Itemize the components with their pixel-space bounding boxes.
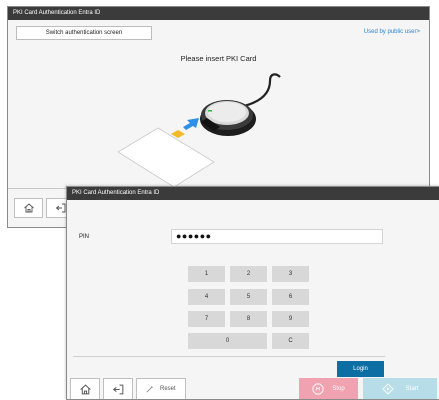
insert-arrow-icon <box>183 118 199 130</box>
logout-button[interactable] <box>103 378 133 399</box>
keypad-key-6[interactable]: 6 <box>272 289 309 305</box>
pin-input[interactable]: ●●●●●● <box>171 229 383 244</box>
reset-label: Reset <box>160 386 176 392</box>
reset-button[interactable]: Reset <box>136 378 186 399</box>
window-title: PKI Card Authentication Entra ID <box>67 187 439 200</box>
keypad-key-4[interactable]: 4 <box>188 289 225 305</box>
start-label: Start <box>405 386 419 392</box>
keypad-key-5[interactable]: 5 <box>230 289 267 305</box>
home-button[interactable] <box>70 378 100 399</box>
keypad-key-7[interactable]: 7 <box>188 311 225 327</box>
pki-card-icon <box>117 127 215 188</box>
keypad-key-9[interactable]: 9 <box>272 311 309 327</box>
home-button[interactable] <box>14 198 43 218</box>
start-icon <box>382 383 394 395</box>
keypad-key-1[interactable]: 1 <box>188 266 225 282</box>
keypad-key-3[interactable]: 3 <box>272 266 309 282</box>
logout-icon <box>112 384 123 394</box>
start-button[interactable]: Start <box>363 378 437 399</box>
home-icon <box>79 384 91 394</box>
pin-label: PIN <box>79 234 90 240</box>
stop-button[interactable]: Stop <box>299 378 358 399</box>
stop-label: Stop <box>332 386 345 392</box>
reader-cable-icon <box>239 73 281 109</box>
keypad-key-8[interactable]: 8 <box>230 311 267 327</box>
login-button[interactable]: Login <box>337 361 384 377</box>
reset-pencil-icon <box>146 385 153 392</box>
divider <box>73 356 385 357</box>
logout-icon <box>55 203 65 213</box>
keypad-key-0[interactable]: 0 <box>188 333 267 349</box>
pin-entry-window: PKI Card Authentication Entra ID PIN ●●●… <box>66 186 439 400</box>
keypad-key-clear[interactable]: C <box>272 333 309 349</box>
keypad-key-2[interactable]: 2 <box>230 266 267 282</box>
stop-icon <box>312 383 324 395</box>
home-icon <box>23 203 34 213</box>
